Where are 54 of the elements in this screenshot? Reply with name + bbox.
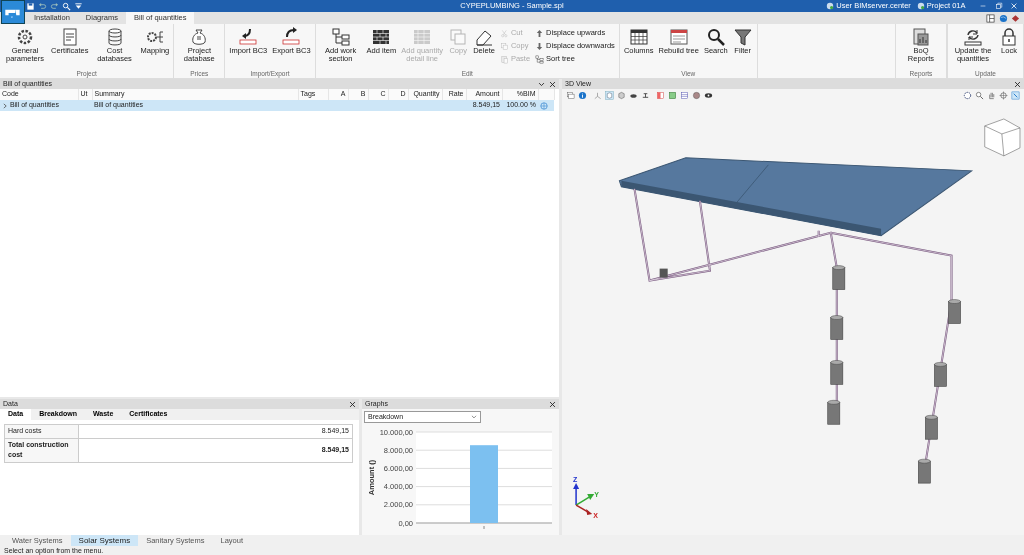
cube-icon[interactable] [605,90,614,100]
filter-icon [732,27,753,47]
chevron-down-icon[interactable] [538,80,546,88]
y-axis-arrow [575,494,595,506]
copy-icon [499,41,509,51]
globe-icon [916,2,925,10]
down-arrow-icon [535,41,545,51]
faucet-logo[interactable] [1,0,25,24]
info-icon[interactable] [578,90,587,100]
gear-icon [15,27,35,47]
tree-icon [330,27,351,47]
eye-icon[interactable] [704,90,713,100]
window-zoom-icon[interactable] [1011,90,1020,100]
close-icon[interactable] [349,400,356,408]
lock-icon [999,27,1019,47]
up-arrow-icon [535,28,545,38]
split-panel-icon[interactable] [656,90,665,100]
grid-icon [371,27,392,47]
axes-icon[interactable] [593,90,602,100]
x-axis-arrow [575,504,593,516]
refresh-icon [963,27,983,47]
caret-icon [471,414,477,420]
sphere-icon[interactable] [692,90,701,100]
grid-icon [412,27,433,47]
restore-icon[interactable] [994,2,1003,10]
z-axis-arrow [573,483,580,506]
copy-icon [448,27,469,47]
save-icon[interactable] [26,1,35,11]
import-icon [238,27,259,47]
export-icon [281,27,302,47]
layout-icon[interactable] [985,13,995,23]
orbit-icon[interactable] [999,90,1008,100]
zoom-all-icon[interactable] [963,90,972,100]
bottom-tab[interactable]: Solar Systems [70,535,139,546]
dropdown-icon[interactable] [74,1,83,11]
globe-icon[interactable] [998,13,1008,23]
window-icon [668,27,689,47]
close-icon[interactable] [549,400,556,408]
globe-icon [826,2,835,10]
close-icon[interactable] [1014,80,1021,88]
view-cube-drawing [984,118,1021,157]
layers-icon[interactable] [566,90,575,100]
x-axis-tick [483,525,485,530]
clipboard-icon [499,54,509,64]
scissors-icon [499,28,509,38]
zoom-icon[interactable] [975,90,984,100]
search-icon[interactable] [62,1,71,11]
report-icon [911,27,931,47]
search-icon [705,27,726,47]
redo-icon[interactable] [50,1,59,11]
table-icon [628,27,649,47]
rows-icon[interactable] [680,90,689,100]
tree-icon [535,54,545,64]
close-icon[interactable] [549,80,556,88]
